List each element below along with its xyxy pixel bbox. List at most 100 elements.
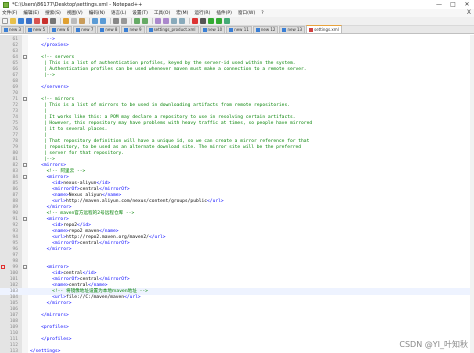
line-number: 113 bbox=[9, 349, 18, 353]
maximize-button[interactable]: □ bbox=[446, 0, 460, 9]
fold-toggle-icon[interactable]: - bbox=[23, 175, 27, 179]
fold-toggle-icon[interactable]: - bbox=[23, 217, 27, 221]
tab-new-7[interactable]: new 7 bbox=[73, 26, 97, 33]
tab-settings-xml[interactable]: settings.xml bbox=[306, 25, 342, 33]
toolbar-separator bbox=[110, 18, 111, 24]
menu-help[interactable]: ? bbox=[261, 11, 263, 16]
tab-label: new 12 bbox=[260, 27, 276, 32]
copy-icon[interactable] bbox=[71, 18, 77, 24]
indent-guide-icon[interactable] bbox=[179, 18, 185, 24]
window-controls: — □ ✕ bbox=[432, 0, 474, 9]
tab-label: new 8 bbox=[105, 27, 118, 32]
zoom-out-icon[interactable] bbox=[142, 18, 148, 24]
close-all-icon[interactable] bbox=[42, 18, 48, 24]
window-title: *C:\Users\86177\Desktop\settings.xml - N… bbox=[12, 1, 143, 8]
tab-label: settings.xml bbox=[314, 26, 339, 32]
tab-new-5[interactable]: new 5 bbox=[25, 26, 49, 33]
toolbar-separator bbox=[152, 18, 153, 24]
menu-window[interactable]: 窗口(W) bbox=[238, 10, 255, 16]
tab-new-3[interactable]: new 3 bbox=[1, 26, 25, 33]
tab-label: new 5 bbox=[33, 27, 46, 32]
save-icon[interactable] bbox=[18, 18, 24, 24]
word-wrap-icon[interactable] bbox=[163, 18, 169, 24]
menu-bar: 文件(F) 编辑(E) 搜索(S) 视图(V) 编码(N) 语言(L) 设置(T… bbox=[0, 9, 474, 17]
undo-icon[interactable] bbox=[92, 18, 98, 24]
record-macro-icon[interactable] bbox=[192, 18, 198, 24]
toolbar-separator bbox=[131, 18, 132, 24]
close-button[interactable]: ✕ bbox=[460, 0, 474, 9]
saved-file-icon bbox=[229, 28, 234, 32]
toolbar-separator bbox=[189, 18, 190, 24]
close-document-icon[interactable]: X bbox=[467, 9, 471, 17]
saved-file-icon bbox=[52, 28, 57, 32]
toolbar-separator bbox=[89, 18, 90, 24]
stop-macro-icon[interactable] bbox=[200, 18, 206, 24]
print-icon[interactable] bbox=[50, 18, 56, 24]
vertical-scrollbar[interactable] bbox=[470, 35, 474, 353]
toolbar bbox=[0, 17, 474, 26]
fold-toggle-icon[interactable]: - bbox=[23, 55, 27, 59]
saved-file-icon bbox=[255, 28, 260, 32]
saved-file-icon bbox=[28, 28, 33, 32]
paste-icon[interactable] bbox=[79, 18, 85, 24]
save-macro-icon[interactable] bbox=[224, 18, 230, 24]
document-tabs: new 3 new 5 new 6 new 7 new 8 new 9 sett… bbox=[0, 25, 474, 34]
menu-run[interactable]: 运行(R) bbox=[194, 10, 210, 16]
tab-label: new 9 bbox=[129, 27, 142, 32]
code-text: </settings> bbox=[30, 348, 60, 353]
tab-label: new 6 bbox=[57, 27, 70, 32]
save-all-icon[interactable] bbox=[26, 18, 32, 24]
close-file-icon[interactable] bbox=[34, 18, 40, 24]
saved-file-icon bbox=[202, 28, 207, 32]
menu-view[interactable]: 视图(V) bbox=[67, 10, 83, 16]
menu-macro[interactable]: 宏(M) bbox=[176, 10, 188, 16]
find-icon[interactable] bbox=[113, 18, 119, 24]
menu-tools[interactable]: 工具(O) bbox=[154, 10, 170, 16]
cut-icon[interactable] bbox=[63, 18, 69, 24]
fold-toggle-icon[interactable]: - bbox=[23, 97, 27, 101]
toolbar-separator bbox=[60, 18, 61, 24]
saved-file-icon bbox=[148, 28, 153, 32]
menu-edit[interactable]: 编辑(E) bbox=[23, 10, 39, 16]
minimize-button[interactable]: — bbox=[432, 0, 446, 9]
menu-encoding[interactable]: 编码(N) bbox=[89, 10, 105, 16]
tab-new-9[interactable]: new 9 bbox=[121, 26, 145, 33]
redo-icon[interactable] bbox=[100, 18, 106, 24]
tab-new-8[interactable]: new 8 bbox=[97, 26, 121, 33]
open-file-icon[interactable] bbox=[10, 18, 16, 24]
watermark: CSDN @YI_叶知秋 bbox=[399, 340, 468, 349]
saved-file-icon bbox=[124, 28, 129, 32]
menu-plugins[interactable]: 插件(P) bbox=[216, 10, 232, 16]
tab-new-6[interactable]: new 6 bbox=[49, 26, 73, 33]
saved-file-icon bbox=[282, 28, 287, 32]
show-all-chars-icon[interactable] bbox=[171, 18, 177, 24]
tab-new-12[interactable]: new 12 bbox=[252, 26, 279, 33]
menu-file[interactable]: 文件(F) bbox=[2, 10, 17, 16]
tab-new-10[interactable]: new 10 bbox=[199, 26, 226, 33]
saved-file-icon bbox=[100, 28, 105, 32]
tab-label: new 3 bbox=[9, 27, 22, 32]
fold-toggle-icon[interactable]: - bbox=[23, 265, 27, 269]
run-macro-multiple-icon[interactable] bbox=[216, 18, 222, 24]
tab-new-11[interactable]: new 11 bbox=[226, 26, 252, 33]
fold-toggle-icon[interactable]: - bbox=[23, 163, 27, 167]
menu-search[interactable]: 搜索(S) bbox=[45, 10, 61, 16]
tab-label: new 11 bbox=[234, 27, 249, 32]
tab-settings-product[interactable]: settings_product.xml bbox=[145, 26, 199, 33]
replace-icon[interactable] bbox=[121, 18, 127, 24]
notepad-plus-plus-icon bbox=[3, 1, 9, 8]
editor[interactable]: 61 --> 62 </proxies> 63 64- <!-- servers 65 … bbox=[0, 35, 474, 353]
play-macro-icon[interactable] bbox=[208, 18, 214, 24]
new-file-icon[interactable] bbox=[2, 18, 8, 24]
zoom-in-icon[interactable] bbox=[134, 18, 140, 24]
sync-scroll-icon[interactable] bbox=[155, 18, 161, 24]
menu-language[interactable]: 语言(L) bbox=[111, 10, 126, 16]
tab-new-13[interactable]: new 13 bbox=[279, 26, 306, 33]
tab-label: new 7 bbox=[81, 27, 94, 32]
menu-settings[interactable]: 设置(T) bbox=[132, 10, 148, 16]
title-bar: *C:\Users\86177\Desktop\settings.xml - N… bbox=[0, 0, 474, 9]
saved-file-icon bbox=[4, 28, 8, 32]
code-token: </settings> bbox=[30, 349, 61, 353]
tab-label: settings_product.xml bbox=[153, 27, 196, 32]
saved-file-icon bbox=[76, 28, 81, 32]
